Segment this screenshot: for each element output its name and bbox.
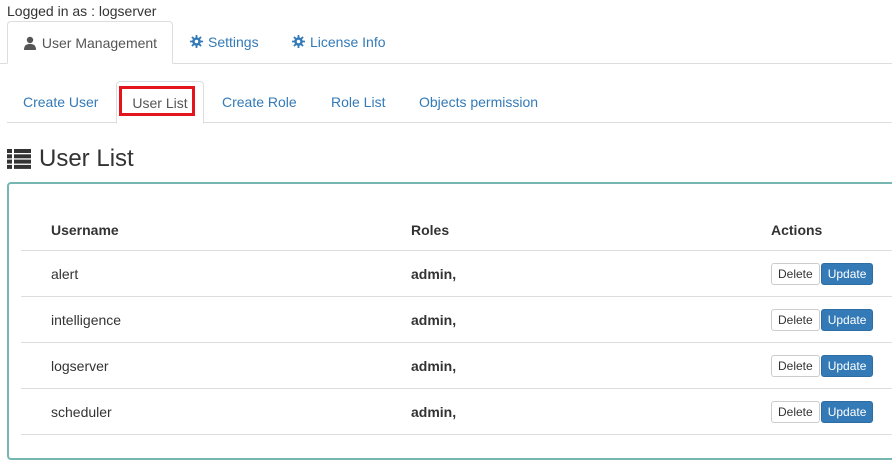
tab-objects-permission[interactable]: Objects permission — [419, 81, 538, 122]
table-header-row: Username Roles Actions — [21, 210, 892, 251]
cell-actions: Delete Update — [771, 296, 892, 343]
tab-user-management[interactable]: User Management — [7, 21, 173, 64]
cell-actions: Delete Update — [771, 388, 892, 435]
top-tab-bar: User Management Settings License Info — [0, 21, 892, 64]
logged-in-label: Logged in as : logserver — [7, 3, 157, 19]
page-title: User List — [7, 145, 134, 173]
cell-username: logserver — [21, 342, 411, 389]
page-title-text: User List — [39, 145, 134, 172]
update-button[interactable]: Update — [820, 262, 874, 285]
cell-username: intelligence — [21, 296, 411, 343]
gear-icon — [292, 35, 305, 48]
tab-create-user[interactable]: Create User — [23, 81, 98, 122]
table-row: scheduler admin, Delete Update — [21, 388, 892, 435]
cell-roles: admin, — [411, 296, 771, 343]
tab-settings[interactable]: Settings — [190, 21, 259, 62]
update-button[interactable]: Update — [820, 400, 874, 423]
active-tab-highlight — [119, 86, 195, 116]
gear-icon — [190, 35, 203, 48]
cell-username: scheduler — [21, 388, 411, 435]
delete-button[interactable]: Delete — [771, 354, 820, 377]
header-roles: Roles — [411, 210, 771, 251]
update-button[interactable]: Update — [820, 354, 874, 377]
tab-license-info-label: License Info — [310, 33, 386, 50]
tab-settings-label: Settings — [208, 33, 259, 50]
tab-create-user-label: Create User — [23, 93, 99, 110]
delete-button[interactable]: Delete — [771, 400, 820, 423]
tab-user-management-label: User Management — [41, 34, 158, 51]
user-icon — [23, 36, 37, 50]
header-actions: Actions — [771, 210, 892, 251]
list-icon — [7, 149, 31, 169]
user-table: Username Roles Actions alert admin, Dele… — [21, 210, 892, 435]
table-row: logserver admin, Delete Update — [21, 342, 892, 389]
delete-button[interactable]: Delete — [771, 262, 820, 285]
tab-objects-permission-label: Objects permission — [419, 93, 539, 110]
cell-username: alert — [21, 250, 411, 297]
table-row: intelligence admin, Delete Update — [21, 296, 892, 343]
cell-actions: Delete Update — [771, 250, 892, 297]
header-username: Username — [21, 210, 411, 251]
cell-roles: admin, — [411, 250, 771, 297]
delete-button[interactable]: Delete — [771, 308, 820, 331]
tab-role-list[interactable]: Role List — [331, 81, 385, 122]
cell-roles: admin, — [411, 388, 771, 435]
tab-role-list-label: Role List — [331, 93, 386, 110]
user-management-page: Logged in as : logserver User Management — [0, 0, 892, 475]
tab-license-info[interactable]: License Info — [292, 21, 386, 62]
tab-create-role-label: Create Role — [222, 93, 297, 110]
table-row: alert admin, Delete Update — [21, 250, 892, 297]
cell-actions: Delete Update — [771, 342, 892, 389]
tab-create-role[interactable]: Create Role — [222, 81, 297, 122]
update-button[interactable]: Update — [820, 308, 874, 331]
cell-roles: admin, — [411, 342, 771, 389]
